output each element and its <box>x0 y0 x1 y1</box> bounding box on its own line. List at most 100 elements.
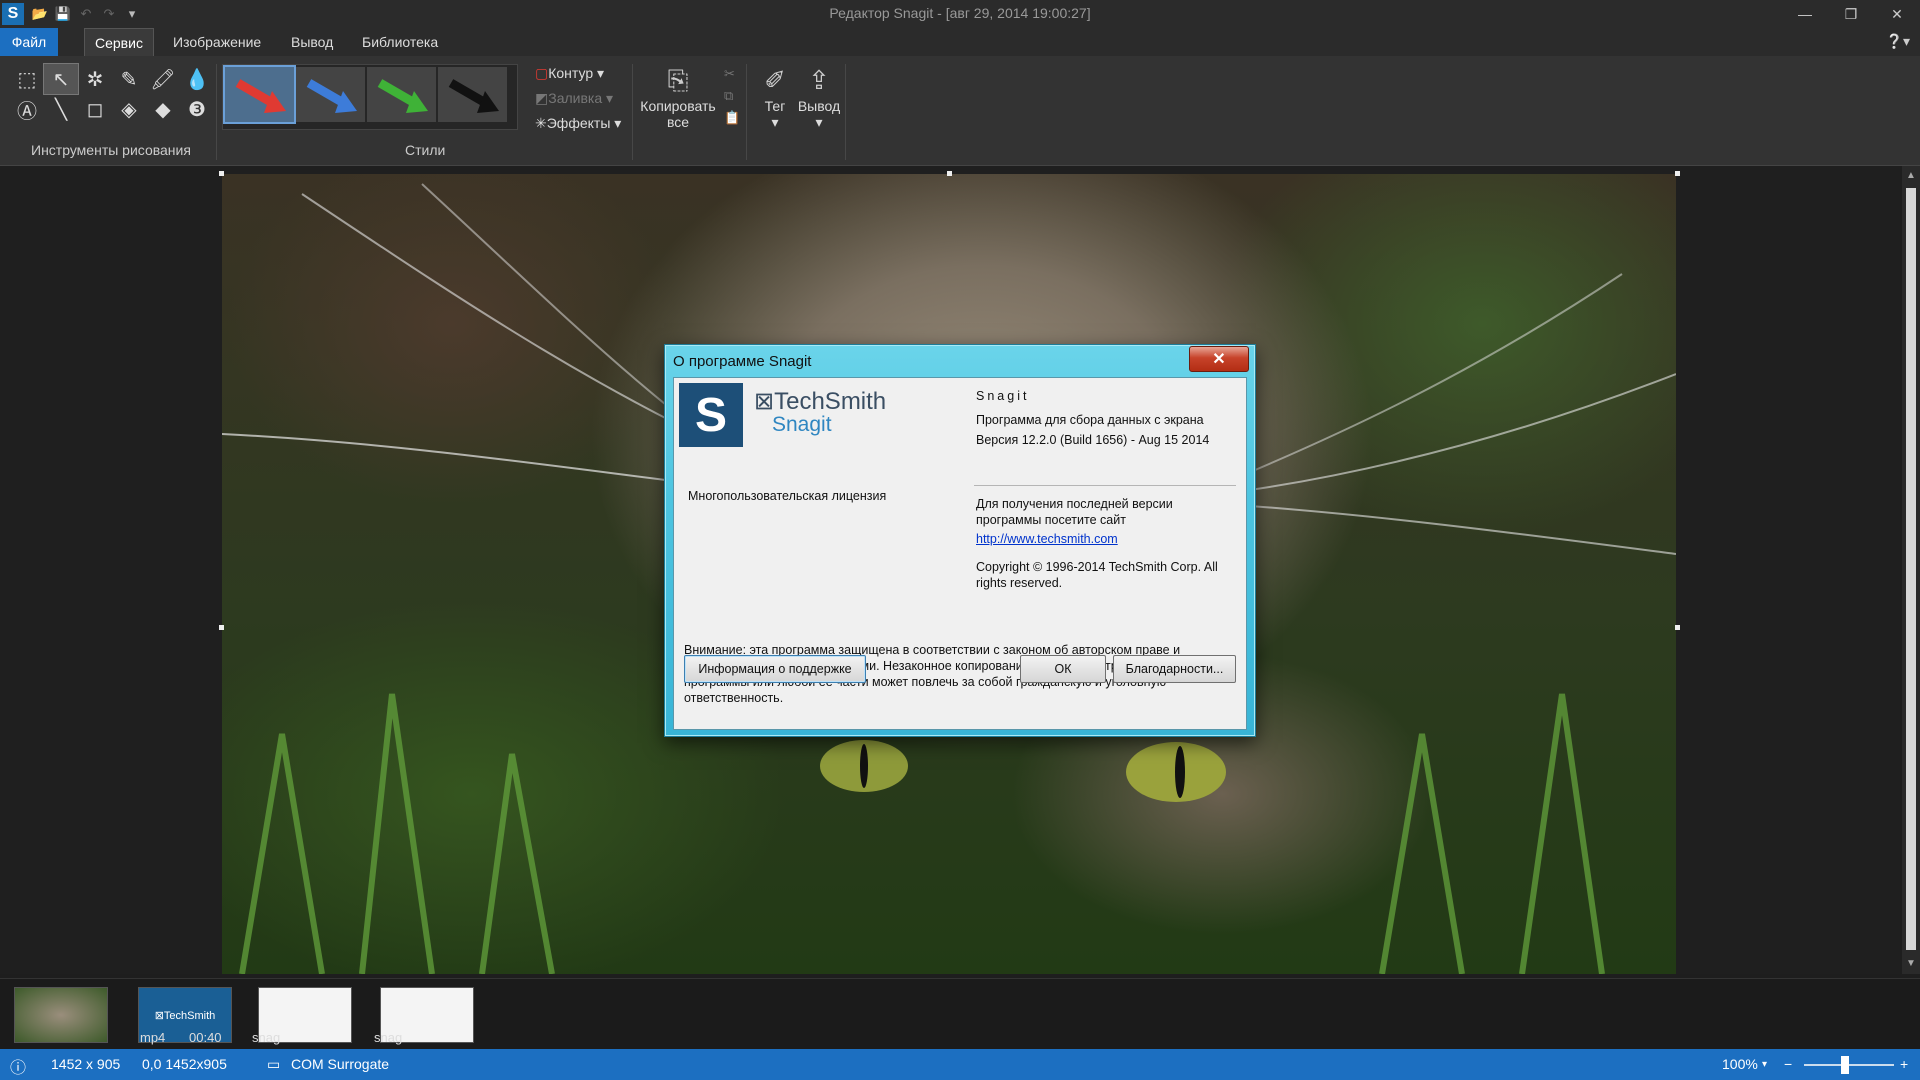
shape-tool-icon[interactable]: ◻ <box>78 94 112 124</box>
fill-icon: ◩ <box>535 90 549 106</box>
paste-icon[interactable]: 📋 <box>724 110 740 126</box>
zoom-level[interactable]: 100% <box>1722 1056 1758 1072</box>
process-name: COM Surrogate <box>291 1056 390 1072</box>
open-folder-icon[interactable]: 📂 <box>30 4 50 24</box>
eraser-tool-icon[interactable]: ◆ <box>146 94 180 124</box>
highlighter-tool-icon[interactable]: 🖍 <box>146 64 180 94</box>
outline-dropdown[interactable]: ▢Контур ▾ <box>535 65 604 82</box>
tray-thumbnail[interactable] <box>14 987 108 1043</box>
redo-icon[interactable]: ↷ <box>99 4 119 24</box>
restore-icon[interactable]: ❐ <box>1828 0 1874 28</box>
step-tool-icon[interactable]: ❸ <box>180 94 214 124</box>
blur-tool-icon[interactable]: 💧 <box>180 64 214 94</box>
style-green-arrow[interactable] <box>367 67 436 122</box>
tab-file[interactable]: Файл <box>0 28 58 56</box>
drawing-tools-label: Инструменты рисования <box>31 142 191 158</box>
resize-handle[interactable] <box>219 171 224 176</box>
style-blue-arrow[interactable] <box>296 67 365 122</box>
scroll-down-icon[interactable]: ▼ <box>1906 958 1916 969</box>
separator <box>746 64 747 160</box>
ribbon-tabs: Файл Сервис Изображение Вывод Библиотека <box>0 28 1920 56</box>
tray-item-type: mp4 <box>140 1030 166 1045</box>
customize-qat-icon[interactable]: ▾ <box>122 4 142 24</box>
undo-icon[interactable]: ↶ <box>76 4 96 24</box>
chevron-down-icon: ▾ <box>771 114 779 130</box>
separator <box>216 64 217 160</box>
outline-icon: ▢ <box>535 65 549 81</box>
zoom-out-icon[interactable]: − <box>1784 1056 1792 1072</box>
techsmith-brand: ⊠TechSmith <box>754 388 887 415</box>
fill-dropdown[interactable]: ◩Заливка ▾ <box>535 90 613 107</box>
pen-tool-icon[interactable]: ✎ <box>112 64 146 94</box>
thanks-button[interactable]: Благодарности... <box>1113 655 1236 683</box>
tray-item-type: snag <box>252 1030 281 1045</box>
tab-image[interactable]: Изображение <box>163 28 271 56</box>
quick-access-toolbar: S 📂 💾 ↶ ↷ ▾ <box>0 0 145 28</box>
app-version: Версия 12.2.0 (Build 1656) - Aug 15 2014 <box>976 433 1210 447</box>
style-red-arrow[interactable] <box>223 65 296 124</box>
callout-tool-icon[interactable]: Ⓐ <box>10 94 44 124</box>
scroll-up-icon[interactable]: ▲ <box>1906 170 1916 181</box>
ribbon: ⬚ ↖ ✲ ✎ 🖍 💧 Ⓐ ╲ ◻ ◈ ◆ ❸ Инструменты рисо… <box>0 56 1920 166</box>
copy-icon[interactable]: ⧉ <box>724 88 733 104</box>
tab-library[interactable]: Библиотека <box>352 28 448 56</box>
vertical-scrollbar[interactable]: ▲ ▼ <box>1902 166 1920 974</box>
tag-button[interactable]: ✐ Тег ▾ <box>758 62 792 130</box>
separator <box>632 64 633 160</box>
divider <box>974 485 1236 486</box>
share-icon: ⇪ <box>808 65 830 95</box>
drawing-tools: ⬚ ↖ ✲ ✎ 🖍 💧 Ⓐ ╲ ◻ ◈ ◆ ❸ <box>10 63 214 124</box>
window-controls: — ❐ ✕ <box>1782 0 1920 28</box>
tab-service[interactable]: Сервис <box>84 28 154 56</box>
selection-info: 0,0 1452x905 <box>142 1056 227 1072</box>
app-description: Программа для сбора данных с экрана <box>976 413 1204 427</box>
website-link[interactable]: http://www.techsmith.com <box>976 531 1118 547</box>
copy-all-button[interactable]: ⎘ Копировать все <box>638 62 718 130</box>
copyright-text: Copyright © 1996-2014 TechSmith Corp. Al… <box>976 560 1218 590</box>
dialog-title: О программе Snagit <box>673 353 812 370</box>
image-dimensions: 1452 x 905 <box>51 1056 121 1072</box>
dialog-close-button[interactable]: ✕ <box>1189 346 1249 372</box>
snagit-brand: Snagit <box>772 413 832 436</box>
zoom-in-icon[interactable]: + <box>1900 1056 1908 1072</box>
zoom-dropdown-icon[interactable]: ▾ <box>1762 1059 1767 1070</box>
output-button[interactable]: ⇪ Вывод ▾ <box>797 62 841 130</box>
snagit-logo-icon: S <box>679 383 743 447</box>
snagit-app-icon[interactable]: S <box>2 3 24 25</box>
zoom-slider-thumb[interactable] <box>1841 1056 1849 1074</box>
save-icon[interactable]: 💾 <box>53 4 73 24</box>
resize-handle[interactable] <box>1675 625 1680 630</box>
tab-output[interactable]: Вывод <box>281 28 343 56</box>
ok-button[interactable]: ОК <box>1020 655 1106 683</box>
copy-all-icon: ⎘ <box>667 65 689 95</box>
arrow-tool-icon[interactable]: ↖ <box>43 63 79 95</box>
separator <box>845 64 846 160</box>
cut-icon[interactable]: ✂ <box>724 66 735 82</box>
capture-tray: ⊠TechSmith mp4 00:40 snag snag <box>0 978 1920 1049</box>
app-name: Snagit <box>976 389 1030 403</box>
line-tool-icon[interactable]: ╲ <box>44 94 78 124</box>
tray-item-duration: 00:40 <box>189 1030 222 1045</box>
resize-handle[interactable] <box>947 171 952 176</box>
help-icon[interactable]: ❔▾ <box>1886 33 1910 50</box>
info-icon[interactable]: ⓘ <box>10 1054 26 1078</box>
support-info-button[interactable]: Информация о поддержке <box>684 655 866 683</box>
close-window-icon[interactable]: ✕ <box>1874 0 1920 28</box>
zoom-slider[interactable] <box>1804 1064 1894 1066</box>
tag-icon: ✐ <box>764 65 786 95</box>
fill-tool-icon[interactable]: ◈ <box>112 94 146 124</box>
styles-label: Стили <box>405 142 446 158</box>
minimize-icon[interactable]: — <box>1782 0 1828 28</box>
style-black-arrow[interactable] <box>438 67 507 122</box>
selection-tool-icon[interactable]: ⬚ <box>10 64 44 94</box>
window-title: Редактор Snagit - [авг 29, 2014 19:00:27… <box>829 5 1091 21</box>
resize-handle[interactable] <box>219 625 224 630</box>
license-type: Многопользовательская лицензия <box>688 489 887 503</box>
effects-dropdown[interactable]: ✳Эффекты ▾ <box>535 115 621 132</box>
scrollbar-thumb[interactable] <box>1906 188 1916 950</box>
stamp-tool-icon[interactable]: ✲ <box>78 64 112 94</box>
tray-item-type: snag <box>374 1030 403 1045</box>
title-bar: S 📂 💾 ↶ ↷ ▾ Редактор Snagit - [авг 29, 2… <box>0 0 1920 28</box>
resize-handle[interactable] <box>1675 171 1680 176</box>
update-info: Для получения последней версии программы… <box>976 497 1173 527</box>
